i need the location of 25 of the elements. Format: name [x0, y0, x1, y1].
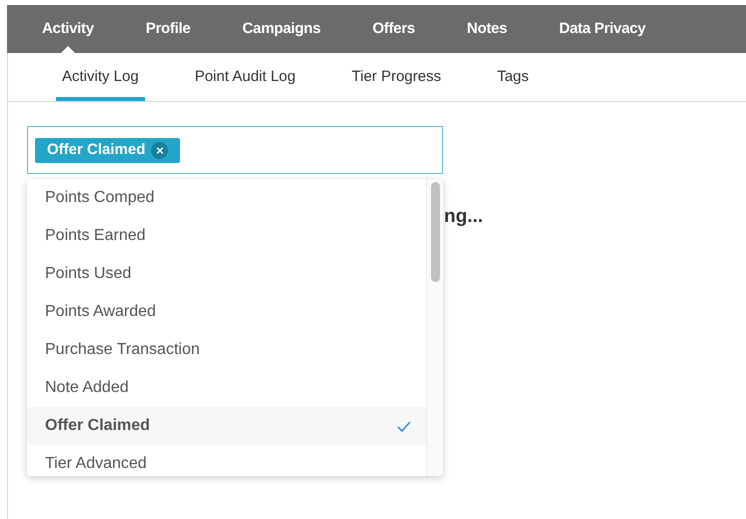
sub-tab[interactable]: Tags: [491, 53, 535, 101]
main-tab[interactable]: Data Privacy: [559, 5, 646, 53]
sub-tab[interactable]: Activity Log: [56, 53, 145, 101]
main-tab[interactable]: Notes: [466, 5, 508, 53]
main-tab[interactable]: Offers: [372, 5, 415, 53]
remove-button[interactable]: ×: [151, 142, 168, 158]
scrollbar-thumb[interactable]: [430, 182, 440, 282]
sub-tab[interactable]: Point Audit Log: [188, 53, 302, 101]
check-icon: [397, 420, 411, 432]
sub-tab[interactable]: Tier Progress: [346, 53, 448, 101]
tag-label: Offer Claimed: [47, 140, 146, 160]
dropdown-option[interactable]: Points Earned: [27, 217, 426, 255]
main-tab[interactable]: Profile: [146, 5, 190, 53]
dropdown-option[interactable]: Points Comped: [27, 179, 426, 217]
dropdown-option[interactable]: Points Used: [27, 255, 426, 293]
dropdown-option[interactable]: Purchase Transaction: [27, 331, 426, 369]
dropdown-option[interactable]: Points Awarded: [27, 293, 426, 331]
dropdown-option[interactable]: Note Added: [27, 369, 426, 407]
filter-field[interactable]: Offer Claimed ×: [27, 126, 443, 174]
dropdown-option[interactable]: Offer Claimed: [27, 407, 426, 445]
status-text: ng...: [444, 205, 484, 229]
dropdown-option[interactable]: Tier Advanced: [27, 445, 426, 476]
main-tab[interactable]: Activity: [42, 5, 94, 53]
pointer-icon: [60, 46, 75, 53]
main-tab[interactable]: Campaigns: [242, 5, 321, 53]
